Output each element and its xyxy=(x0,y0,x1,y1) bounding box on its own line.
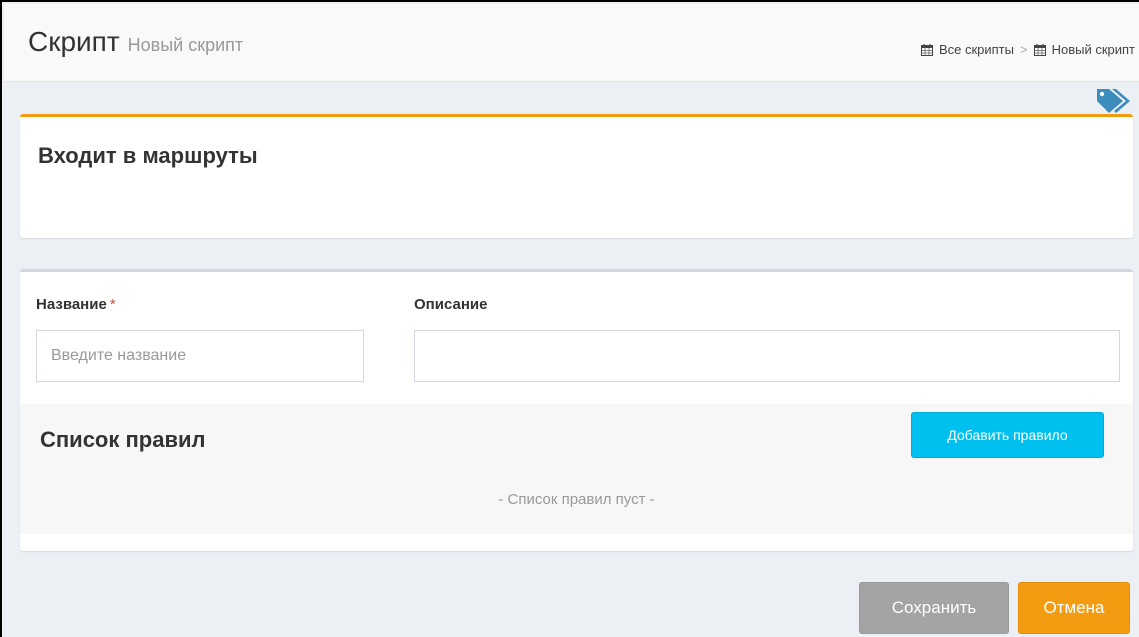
breadcrumb-current-label: Новый скрипт xyxy=(1051,42,1135,57)
rules-empty-message: - Список правил пуст - xyxy=(498,491,655,508)
tags-icon[interactable] xyxy=(1095,86,1131,116)
page-subtitle: Новый скрипт xyxy=(127,35,244,55)
routes-box: Входит в маршруты xyxy=(20,114,1133,238)
add-rule-button[interactable]: Добавить правило xyxy=(911,412,1104,458)
page-header: Скрипт Новый скрипт Все скрипты > Новый … xyxy=(4,4,1139,82)
page-title: Скрипт Новый скрипт xyxy=(28,26,243,58)
rules-panel: Список правил Добавить правило - Список … xyxy=(20,404,1133,534)
breadcrumb-current: Новый скрипт xyxy=(1033,42,1135,57)
breadcrumb-separator: > xyxy=(1019,42,1028,57)
script-form-box: Название* Описание Список правил Добавит… xyxy=(20,269,1133,551)
app-frame: Скрипт Новый скрипт Все скрипты > Новый … xyxy=(0,0,1139,637)
name-label: Название * xyxy=(36,296,116,313)
calendar-icon xyxy=(920,43,933,56)
required-mark: * xyxy=(109,296,116,313)
breadcrumb: Все скрипты > Новый скрипт xyxy=(920,42,1135,57)
rules-title: Список правил xyxy=(40,427,206,452)
description-label: Описание xyxy=(414,296,488,313)
name-input[interactable] xyxy=(36,330,364,382)
cancel-button[interactable]: Отмена xyxy=(1018,582,1130,634)
breadcrumb-all-scripts-label: Все скрипты xyxy=(938,42,1014,57)
calendar-icon xyxy=(1033,43,1046,56)
name-label-text: Название xyxy=(36,296,107,313)
save-button[interactable]: Сохранить xyxy=(859,582,1009,634)
description-input[interactable] xyxy=(414,330,1120,382)
breadcrumb-all-scripts[interactable]: Все скрипты xyxy=(920,42,1014,57)
page-title-text: Скрипт xyxy=(28,26,120,57)
routes-box-title: Входит в маршруты xyxy=(38,143,258,168)
